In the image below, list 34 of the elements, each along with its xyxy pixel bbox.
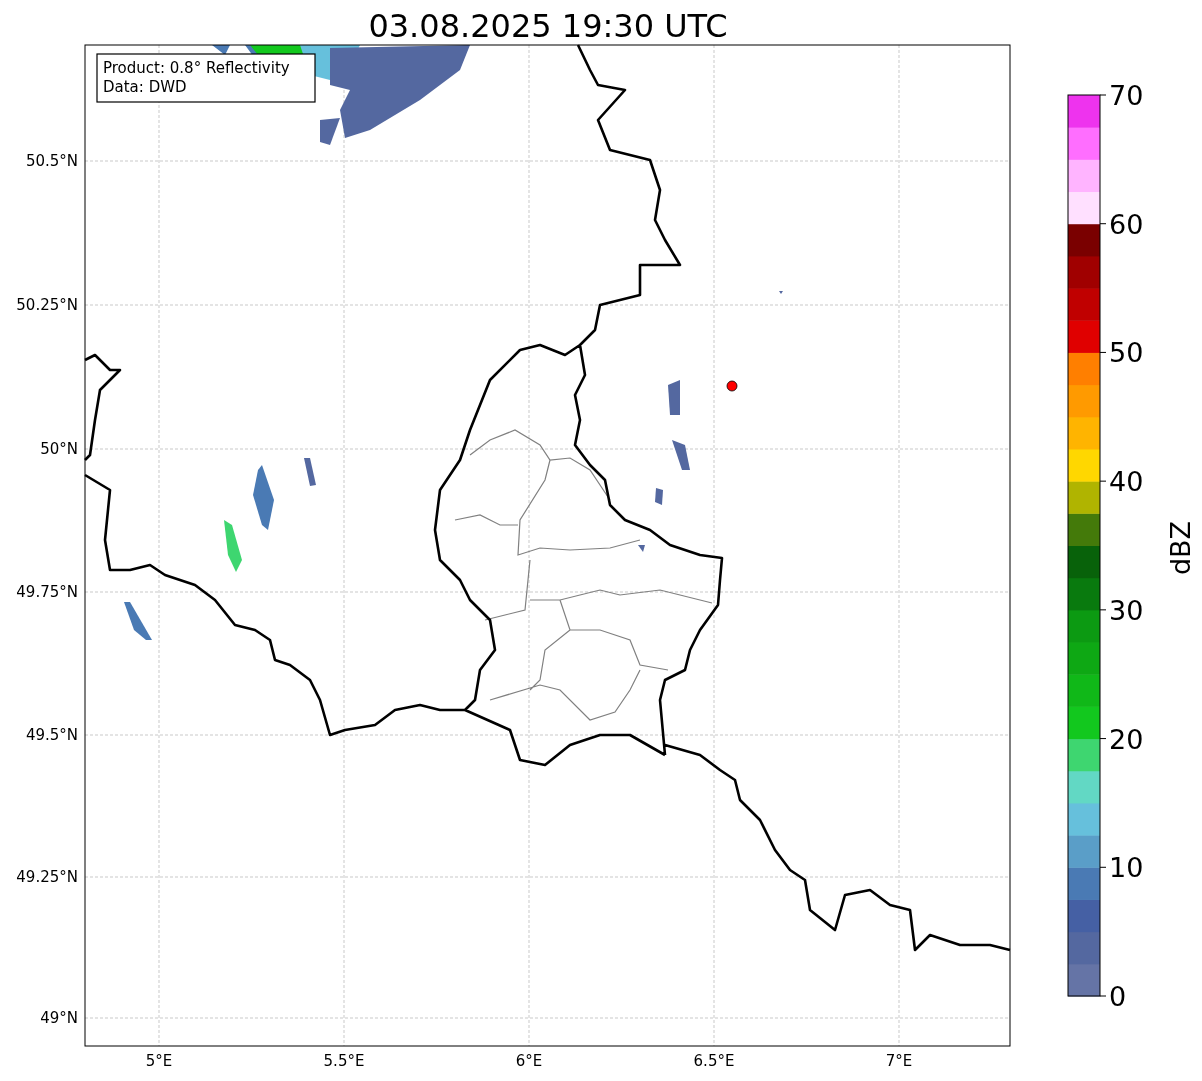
radar-echo bbox=[668, 380, 680, 415]
longitude-label: 5°E bbox=[145, 1052, 173, 1070]
colorbar-tick-label: 0 bbox=[1109, 981, 1127, 1012]
radar-echo bbox=[655, 488, 663, 505]
colorbar-tick-label: 20 bbox=[1109, 723, 1144, 755]
radar-echo bbox=[672, 440, 690, 470]
latitude-label: 49.25°N bbox=[16, 868, 78, 886]
radar-echo bbox=[124, 602, 152, 640]
latitude-label: 50.5°N bbox=[25, 152, 78, 170]
colorbar-tick-label: 70 bbox=[1109, 80, 1144, 111]
colorbar-tick-label: 10 bbox=[1109, 852, 1144, 884]
longitude-label: 6°E bbox=[515, 1052, 543, 1070]
radar-echo bbox=[253, 465, 274, 530]
map-title: 03.08.2025 19:30 UTC bbox=[368, 7, 728, 45]
colorbar-tick-label: 40 bbox=[1109, 466, 1144, 498]
info-text: Data: DWD bbox=[103, 78, 187, 96]
latitude-label: 50°N bbox=[40, 440, 78, 458]
radar-echo bbox=[224, 520, 242, 572]
radar-echo bbox=[638, 545, 645, 552]
colorbar-tick-label: 30 bbox=[1109, 594, 1144, 626]
latitude-label: 49°N bbox=[40, 1009, 78, 1027]
colorbar-tick-label: 60 bbox=[1109, 208, 1144, 240]
radar-site-marker bbox=[726, 380, 738, 392]
radar-echo bbox=[779, 291, 783, 294]
longitude-label: 7°E bbox=[885, 1052, 913, 1070]
info-text: Product: 0.8° Reflectivity bbox=[103, 59, 290, 77]
colorbar-unit-label: dBZ bbox=[1165, 520, 1196, 576]
latitude-label: 50.25°N bbox=[16, 296, 78, 314]
longitude-label: 6.5°E bbox=[693, 1052, 735, 1070]
latitude-label: 49.5°N bbox=[25, 726, 78, 744]
longitude-label: 5.5°E bbox=[323, 1052, 365, 1070]
colorbar-tick-label: 50 bbox=[1109, 337, 1144, 369]
radar-echo bbox=[304, 458, 316, 486]
latitude-label: 49.75°N bbox=[16, 583, 78, 601]
